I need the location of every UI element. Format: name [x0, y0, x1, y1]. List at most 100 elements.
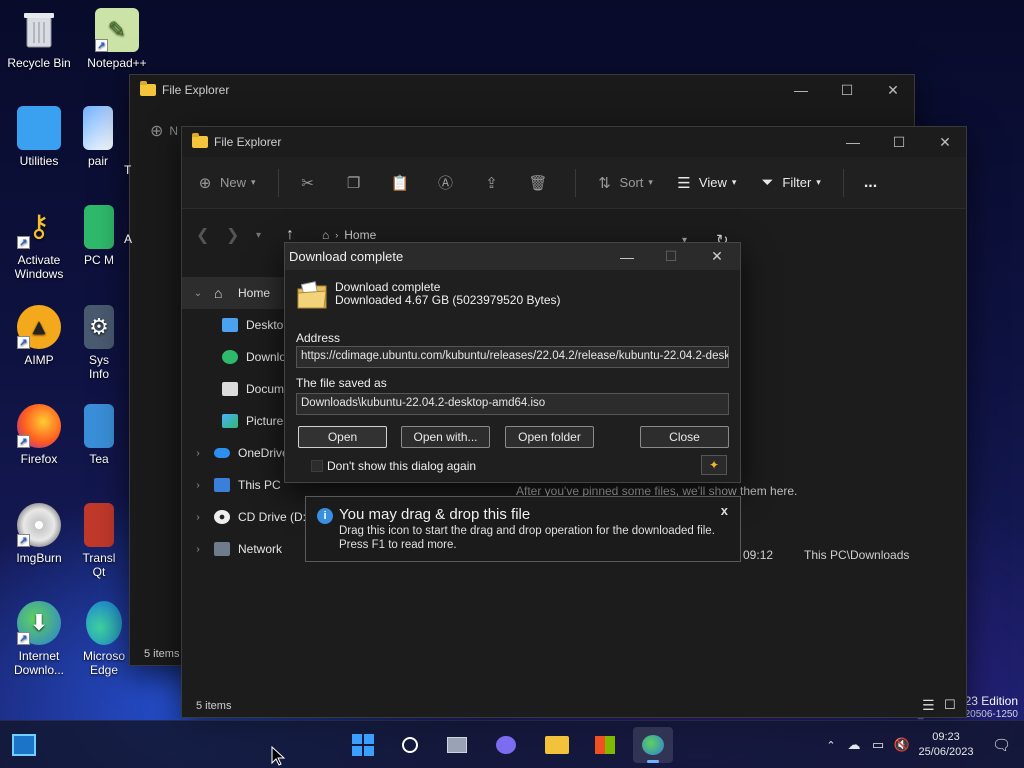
chevron-right-icon: › [335, 230, 339, 240]
delete-button[interactable]: 🗑 [529, 174, 553, 192]
copy-button[interactable]: ❐ [345, 174, 369, 192]
status-bar: 5 items [196, 700, 232, 712]
shortcut-arrow-icon: ↗ [17, 534, 30, 547]
nav-partial-1[interactable]: T [124, 163, 131, 177]
filter-button[interactable]: ⏷ Filter ▾ [758, 174, 820, 191]
title-bar[interactable]: File Explorer — ☐ ✕ [130, 75, 914, 105]
desktop-icon-edge[interactable]: Microso Edge [78, 601, 130, 677]
sort-button[interactable]: ⇅ Sort ▾ [596, 174, 653, 192]
close-button[interactable]: ✕ [870, 75, 916, 105]
view-label: View [698, 175, 727, 190]
recent-chevron-icon[interactable]: ▾ [256, 230, 286, 241]
address-field[interactable]: https://cdimage.ubuntu.com/kubuntu/relea… [296, 346, 729, 368]
folder-icon [192, 133, 208, 148]
onedrive-tray-icon[interactable]: ☁ [842, 737, 866, 753]
share-icon: ⇪ [485, 174, 498, 192]
chat-icon [496, 736, 516, 754]
network-tray-icon[interactable]: ▭ [866, 737, 890, 753]
open-button[interactable]: Open [298, 426, 387, 448]
task-view-button[interactable] [437, 727, 477, 763]
share-button[interactable]: ⇪ [483, 174, 507, 192]
desktop-icon-paint[interactable]: pair [78, 106, 118, 168]
minimize-button[interactable]: — [830, 127, 876, 157]
notifications-button[interactable]: 🗨 [992, 721, 1011, 768]
tiles-view-icon[interactable]: ☐ [944, 697, 956, 713]
open-folder-button[interactable]: Open folder [505, 426, 594, 448]
internet-download-manager-icon: ⬇ ↗ [17, 601, 61, 645]
desktop-icon-system-info[interactable]: ⚙ Sys Info [78, 305, 120, 381]
desktop-icon-teams[interactable]: Tea [78, 404, 120, 466]
dialog-title-bar[interactable]: Download complete — ☐ ✕ [285, 243, 740, 270]
rename-button[interactable]: Ⓐ [437, 172, 461, 193]
desktop-icon-label: Activate Windows [14, 253, 64, 281]
home-icon: ⌂ [322, 228, 330, 242]
widgets-icon[interactable] [12, 734, 36, 756]
chevron-down-icon: ⌄ [193, 287, 203, 299]
desktop-icon-firefox[interactable]: ↗ Firefox [0, 404, 78, 466]
details-view-icon[interactable]: ☰ [922, 697, 935, 714]
shortcut-arrow-icon: ↗ [17, 336, 30, 349]
firefox-icon: ↗ [17, 404, 61, 448]
maximize-button[interactable]: ☐ [651, 243, 691, 270]
download-complete-dialog[interactable]: Download complete — ☐ ✕ Download complet… [284, 242, 741, 483]
notepad-plus-plus-icon: ✎ ↗ [95, 8, 139, 52]
forward-arrow-icon[interactable]: ❯ [226, 225, 256, 245]
desktop-icon-label: AIMP [24, 353, 54, 367]
idm-taskbar-button[interactable] [633, 727, 673, 763]
toolbar-divider [574, 168, 576, 197]
new-button[interactable]: N [169, 124, 178, 138]
title-bar[interactable]: File Explorer — ☐ ✕ [182, 127, 966, 157]
desktop-icon-pc-manager[interactable]: PC M [78, 205, 120, 267]
desktop-icon-activate-windows[interactable]: ⚷ ↗ Activate Windows [0, 205, 78, 282]
dialog-subheading: Downloaded 4.67 GB (5023979520 Bytes) [335, 293, 561, 307]
minimize-button[interactable]: — [607, 243, 647, 270]
search-button[interactable] [390, 727, 430, 763]
back-arrow-icon[interactable]: ❮ [196, 225, 226, 245]
maximize-button[interactable]: ☐ [824, 75, 870, 105]
view-button[interactable]: ☰ View ▾ [675, 174, 736, 192]
desktop-icon-utilities[interactable]: Utilities [0, 106, 78, 168]
more-options-button[interactable]: ... [864, 174, 877, 192]
store-taskbar-button[interactable] [585, 727, 625, 763]
maximize-button[interactable]: ☐ [876, 127, 922, 157]
teams-icon [84, 404, 114, 448]
chevron-down-icon: ▾ [816, 177, 821, 187]
clock[interactable]: 09:23 25/06/2023 [908, 721, 984, 768]
tooltip-close-button[interactable]: x [721, 503, 728, 518]
paste-button[interactable]: 📋 [391, 174, 415, 192]
status-bar: 5 items [144, 648, 180, 660]
nav-label: This PC [238, 478, 281, 492]
search-icon [402, 737, 418, 753]
desktop-icon-aimp[interactable]: ▲ ↗ AIMP [0, 305, 78, 367]
desktop-icon-imgburn[interactable]: ↗ ImgBurn [0, 503, 78, 565]
desktop-icon-notepad-plus-plus[interactable]: ✎ ↗ Notepad++ [78, 8, 156, 70]
show-hidden-icons-icon[interactable]: ⌃ [820, 739, 842, 752]
desktop-icon-translator[interactable]: Transl Qt [78, 503, 120, 579]
nav-partial-2[interactable]: A [124, 232, 132, 246]
start-button[interactable] [343, 727, 383, 763]
desktop-icon-recycle-bin[interactable]: Recycle Bin [0, 8, 78, 70]
drag-file-icon[interactable]: ✦ [701, 455, 727, 475]
saved-as-field[interactable]: Downloads\kubuntu-22.04.2-desktop-amd64.… [296, 393, 729, 415]
toolbar-divider [277, 168, 279, 197]
task-view-icon [447, 737, 467, 753]
dont-show-checkbox[interactable] [311, 460, 323, 472]
close-button[interactable]: ✕ [697, 243, 737, 270]
desktop-icon-internet-download-manager[interactable]: ⬇ ↗ Internet Downlo... [0, 601, 78, 677]
new-icon[interactable]: ⊕ [150, 121, 163, 141]
close-button[interactable]: ✕ [922, 127, 968, 157]
cut-button[interactable]: ✂ [299, 174, 323, 192]
open-with-button[interactable]: Open with... [401, 426, 490, 448]
recycle-bin-icon [17, 8, 61, 52]
minimize-button[interactable]: — [778, 75, 824, 105]
chevron-down-icon: ▾ [648, 177, 653, 187]
filter-label: Filter [782, 175, 812, 190]
file-explorer-taskbar-button[interactable] [537, 727, 577, 763]
teams-chat-button[interactable] [486, 727, 526, 763]
desktop-icon-label: Notepad++ [87, 56, 147, 70]
command-bar: ⊕ New ▾ ✂ ❐ 📋 Ⓐ ⇪ 🗑 ⇅ Sort ▾ ☰ View ▾ ⏷ … [182, 157, 966, 209]
home-icon: ⌂ [214, 285, 223, 301]
clock-date: 25/06/2023 [918, 746, 974, 758]
close-button[interactable]: Close [640, 426, 729, 448]
new-button[interactable]: ⊕ New ▾ [196, 174, 256, 192]
